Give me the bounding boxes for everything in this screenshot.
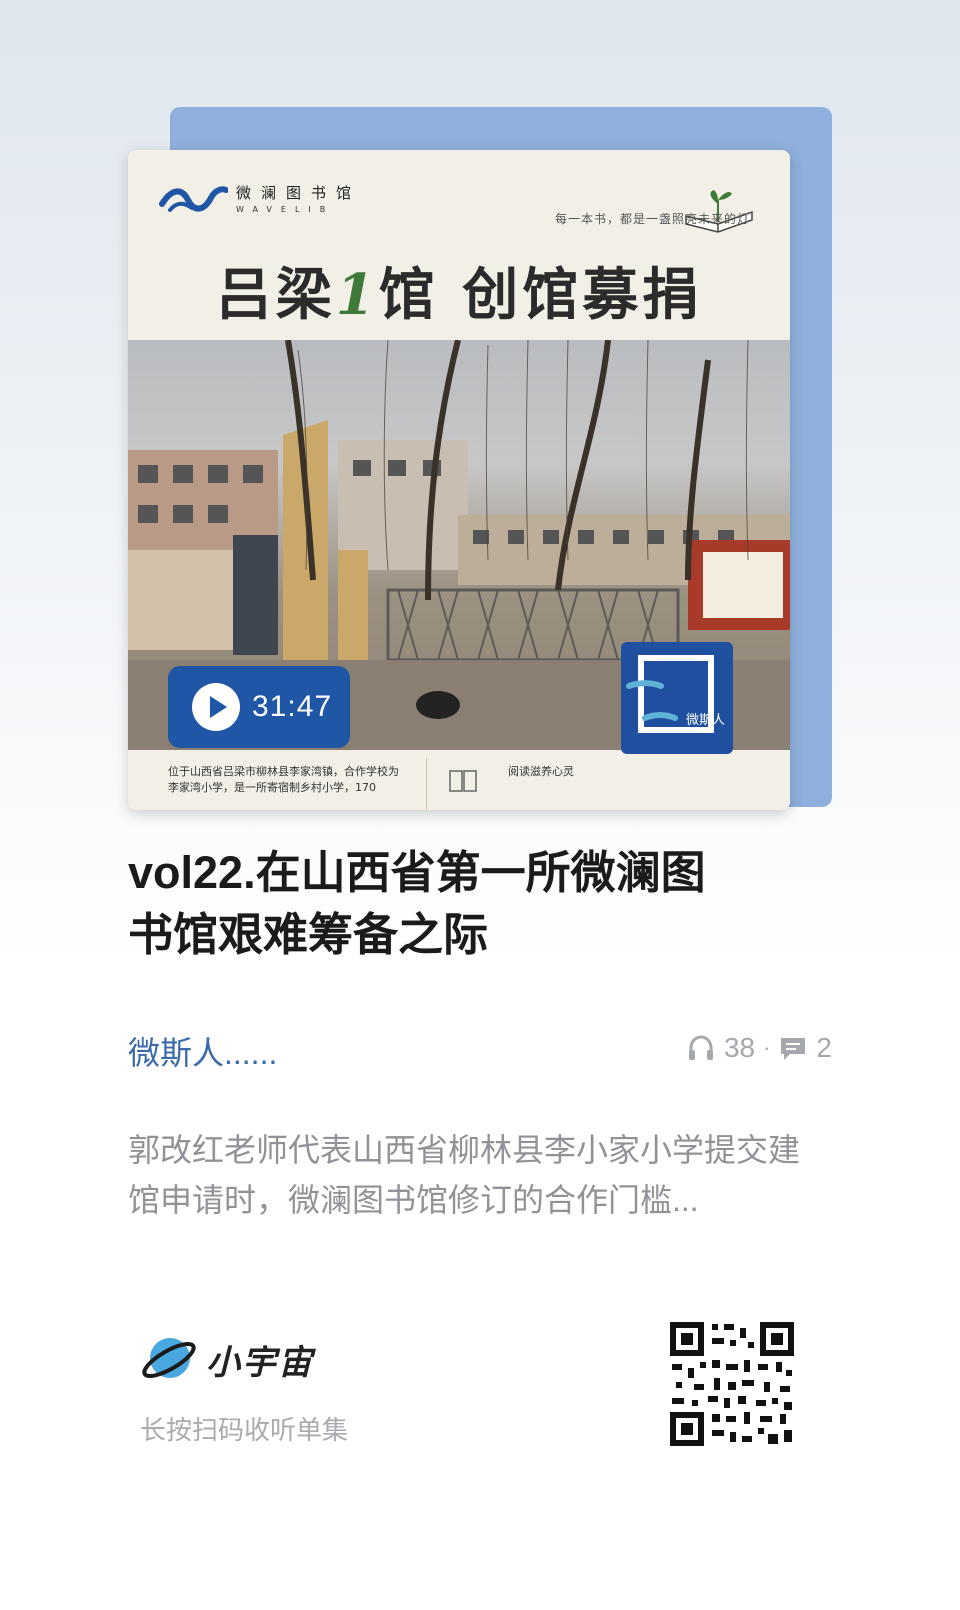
channel-name[interactable]: 微斯人......	[128, 1028, 277, 1074]
cover-title-number: 1	[335, 262, 379, 328]
episode-cover[interactable]: 微澜图书馆 WAVELIB 每一本书，都是一盏照亮未来的灯 吕梁1馆 创馆募捐	[0, 0, 960, 820]
episode-title: vol22.在山西省第一所微澜图书馆艰难筹备之际	[128, 847, 706, 960]
cover-card[interactable]: 微澜图书馆 WAVELIB 每一本书，都是一盏照亮未来的灯 吕梁1馆 创馆募捐	[128, 150, 790, 810]
logo-en-text: WAVELIB	[236, 205, 335, 214]
logo-cn-text: 微澜图书馆	[236, 184, 362, 202]
podcast-logo: 微斯人	[621, 642, 733, 754]
comment-icon	[781, 1038, 806, 1060]
podcast-logo-label: 微斯人	[685, 713, 725, 728]
episode-stats: 38 · 2	[686, 1032, 832, 1064]
cover-footer-divider	[426, 758, 427, 810]
headphones-icon	[688, 1035, 713, 1060]
listen-count: 38	[723, 1032, 756, 1063]
cover-footer-text: 位于山西省吕梁市柳林县李家湾镇，合作学校为李家湾小学，是一所寄宿制乡村小学，17…	[168, 765, 399, 794]
cover-title-part2: 馆 创馆募捐	[378, 262, 703, 328]
wavelib-logo: 微澜图书馆 WAVELIB	[158, 178, 361, 218]
stats-separator: ·	[763, 1035, 771, 1060]
wave-logo-icon	[159, 186, 228, 212]
episode-duration: 31:47	[252, 690, 333, 723]
cover-slogan: 每一本书，都是一盏照亮未来的灯	[554, 212, 750, 226]
hands-frame-icon	[626, 655, 714, 733]
play-icon	[192, 683, 240, 731]
episode-meta-row: 微斯人...... 38 · 2	[128, 1024, 832, 1074]
brand-logo: 小宇宙	[140, 1330, 314, 1388]
book-icon	[449, 770, 477, 792]
comment-count: 2	[816, 1032, 832, 1063]
planet-icon	[142, 1338, 196, 1379]
cover-footer-caption: 阅读滋养心灵	[508, 765, 574, 778]
play-button[interactable]: 31:47	[168, 666, 350, 748]
episode-summary: 郭改红老师代表山西省柳林县李小家小学提交建馆申请时，微澜图书馆修订的合作门槛..…	[128, 1132, 801, 1218]
cover-title-part1: 吕梁	[215, 262, 336, 328]
cover-title: 吕梁1馆 创馆募捐	[128, 250, 790, 331]
qr-code[interactable]	[668, 1320, 796, 1448]
scan-hint: 长按扫码收听单集	[140, 1415, 349, 1445]
brand-name: 小宇宙	[206, 1343, 314, 1382]
